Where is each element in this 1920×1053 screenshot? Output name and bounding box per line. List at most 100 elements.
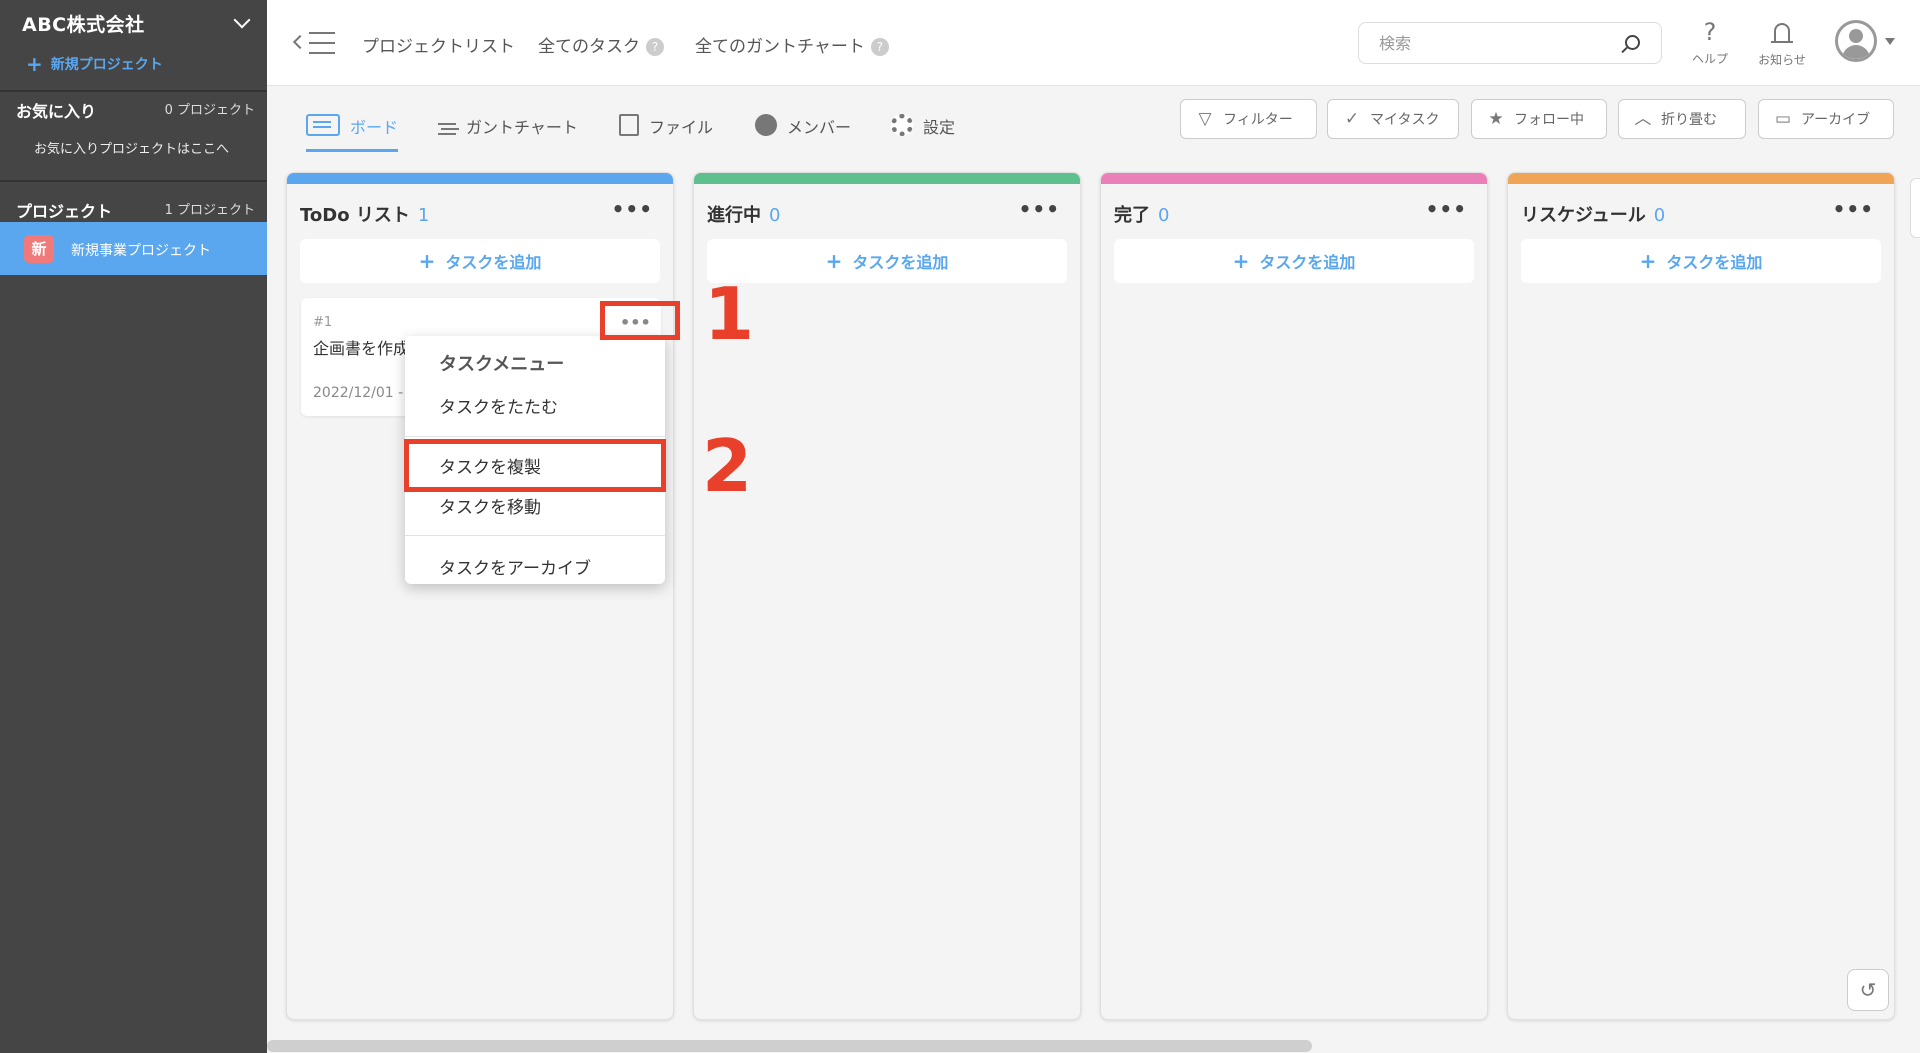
caret-down-icon[interactable] [1885, 38, 1895, 45]
column-title-text: ToDo リスト [300, 205, 410, 226]
add-task-button[interactable]: + タスクを追加 [1521, 239, 1881, 283]
plus-icon: + [1639, 249, 1657, 273]
menu-divider [405, 436, 665, 437]
notifications-label: お知らせ [1758, 53, 1806, 67]
collapse-icon: ︿ [1634, 109, 1652, 129]
new-project-button[interactable]: + 新規プロジェクト [26, 52, 163, 76]
column-done: 完了 0 ••• + タスクを追加 [1100, 172, 1488, 1020]
tab-label: メンバー [787, 118, 852, 137]
filter-button[interactable]: ▽ フィルター [1180, 99, 1317, 139]
sidebar-item-project[interactable]: 新 新規事業プロジェクト [0, 222, 267, 275]
org-name[interactable]: ABC株式会社 [22, 10, 145, 37]
add-task-button[interactable]: + タスクを追加 [300, 239, 660, 283]
highlight-box-1 [600, 301, 680, 340]
nav-all-gantt[interactable]: 全てのガントチャート? [695, 32, 889, 57]
column-title-text: 進行中 [707, 205, 761, 226]
question-icon: ? [1703, 18, 1717, 46]
help-icon[interactable]: ? [646, 38, 664, 56]
projects-heading: プロジェクト [16, 202, 113, 221]
folder-icon: ▭ [1774, 109, 1792, 129]
task-menu-header: タスクメニュー [439, 354, 565, 375]
column-title: リスケジュール 0 [1521, 201, 1665, 227]
step-number-1: 1 [704, 272, 755, 356]
following-button[interactable]: ★ フォロー中 [1471, 99, 1607, 139]
search-icon[interactable] [1625, 35, 1640, 50]
add-task-label: タスクを追加 [1666, 253, 1763, 272]
column-color-bar [694, 173, 1080, 184]
menu-item-archive-task[interactable]: タスクをアーカイブ [439, 554, 591, 579]
tab-label: 設定 [923, 118, 956, 137]
tab-board[interactable]: ボード [306, 114, 399, 152]
nav-label: 全てのガントチャート [695, 37, 865, 57]
check-icon: ✓ [1344, 109, 1360, 129]
tab-label: ファイル [649, 118, 714, 137]
help-label: ヘルプ [1691, 52, 1728, 66]
favorites-empty-text: お気に入りプロジェクトはここへ [34, 142, 230, 157]
chevron-down-icon[interactable] [233, 11, 251, 29]
horizontal-scrollbar[interactable] [267, 1040, 1312, 1052]
column-more-icon[interactable]: ••• [612, 197, 653, 221]
filter-label: フォロー中 [1514, 112, 1584, 128]
menu-item-collapse-task[interactable]: タスクをたたむ [439, 393, 558, 418]
search-input[interactable] [1358, 22, 1662, 64]
add-task-button[interactable]: + タスクを追加 [1114, 239, 1474, 283]
column-count: 0 [1158, 205, 1170, 226]
my-tasks-button[interactable]: ✓ マイタスク [1327, 99, 1459, 139]
help-button[interactable]: ? ヘルプ [1680, 18, 1740, 67]
divider [0, 90, 267, 92]
plus-icon: + [26, 52, 43, 76]
column-more-icon[interactable]: ••• [1426, 197, 1467, 221]
add-task-label: タスクを追加 [445, 253, 542, 272]
nav-project-list[interactable]: プロジェクトリスト [362, 32, 515, 57]
avatar[interactable] [1835, 20, 1877, 62]
back-menu-icon[interactable] [291, 30, 337, 56]
favorites-heading: お気に入り [16, 102, 97, 121]
column-more-icon[interactable]: ••• [1833, 197, 1874, 221]
tab-label: ガントチャート [466, 118, 578, 137]
tab-files[interactable]: ファイル [619, 114, 713, 152]
projects-count: 1 プロジェクト [164, 203, 255, 218]
column-title-text: 完了 [1114, 205, 1150, 226]
filter-label: アーカイブ [1801, 112, 1871, 128]
notifications-button[interactable]: お知らせ [1752, 18, 1812, 68]
board-icon [306, 114, 340, 136]
filter-label: フィルター [1223, 112, 1293, 128]
collapse-button[interactable]: ︿ 折り畳む [1618, 99, 1746, 139]
column-title: ToDo リスト 1 [300, 201, 429, 227]
gear-icon [891, 114, 913, 136]
tab-members[interactable]: メンバー [755, 114, 851, 152]
archive-button[interactable]: ▭ アーカイブ [1758, 99, 1894, 139]
help-icon[interactable]: ? [870, 38, 889, 56]
nav-label: プロジェクトリスト [362, 37, 515, 57]
filter-label: 折り畳む [1661, 112, 1717, 128]
column-title: 完了 0 [1114, 201, 1169, 227]
tab-label: ボード [350, 118, 399, 137]
history-icon[interactable]: ↺ [1847, 969, 1889, 1011]
tab-settings[interactable]: 設定 [891, 114, 955, 152]
plus-icon: + [825, 249, 843, 273]
star-icon: ★ [1488, 109, 1504, 129]
plus-icon: + [418, 249, 436, 273]
header: プロジェクトリスト 全てのタスク? 全てのガントチャート? ? ヘルプ お知らせ [267, 0, 1920, 86]
project-name: 新規事業プロジェクト [71, 243, 211, 259]
nav-all-tasks[interactable]: 全てのタスク? [538, 32, 664, 57]
tab-gantt[interactable]: ガントチャート [438, 114, 578, 152]
project-badge: 新 [24, 235, 54, 263]
step-number-2: 2 [702, 424, 753, 508]
column-color-bar [287, 173, 673, 184]
task-date: 2022/12/01 - [313, 385, 404, 401]
column-color-bar [1101, 173, 1487, 184]
add-task-label: タスクを追加 [1259, 253, 1356, 272]
plus-icon: + [1232, 249, 1250, 273]
add-task-button[interactable]: + タスクを追加 [707, 239, 1067, 283]
column-more-icon[interactable]: ••• [1019, 197, 1060, 221]
column-count: 1 [417, 205, 430, 226]
divider [0, 180, 267, 182]
add-task-label: タスクを追加 [852, 253, 949, 272]
favorites-count: 0 プロジェクト [164, 103, 255, 118]
next-column-edge [1910, 178, 1920, 238]
column-count: 0 [1653, 205, 1666, 226]
new-project-label: 新規プロジェクト [50, 57, 163, 73]
menu-item-move-task[interactable]: タスクを移動 [439, 493, 541, 518]
bell-icon [1771, 23, 1793, 43]
